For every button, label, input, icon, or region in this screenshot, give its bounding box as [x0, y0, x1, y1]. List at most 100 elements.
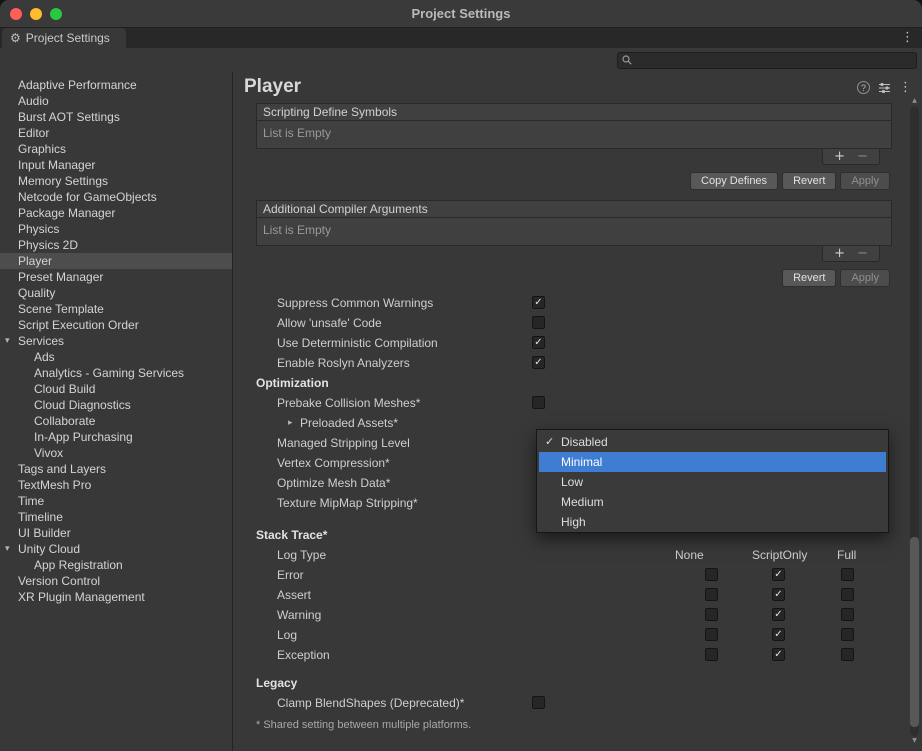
sidebar-item-app-registration[interactable]: App Registration [0, 557, 232, 573]
checkbox-assert-full[interactable] [841, 588, 854, 601]
checkbox-exception-scriptonly[interactable]: ✓ [772, 648, 785, 661]
dropdown-item-disabled[interactable]: ✓ Disabled [539, 432, 886, 452]
property-label: Use Deterministic Compilation [256, 336, 438, 350]
settings-sidebar[interactable]: Adaptive PerformanceAudioBurst AOT Setti… [0, 72, 233, 751]
sidebar-item-tags-and-layers[interactable]: Tags and Layers [0, 461, 232, 477]
checkbox-log-none[interactable] [705, 628, 718, 641]
sidebar-item-scene-template[interactable]: Scene Template [0, 301, 232, 317]
main-panel: Player ? ⋮ Scr [233, 72, 922, 751]
sidebar-item-editor[interactable]: Editor [0, 125, 232, 141]
minimize-window-button[interactable] [30, 8, 42, 20]
sidebar-item-physics-2d[interactable]: Physics 2D [0, 237, 232, 253]
sidebar-item-time[interactable]: Time [0, 493, 232, 509]
sidebar-item-input-manager[interactable]: Input Manager [0, 157, 232, 173]
sidebar-item-adaptive-performance[interactable]: Adaptive Performance [0, 77, 232, 93]
sidebar-item-preset-manager[interactable]: Preset Manager [0, 269, 232, 285]
sidebar-item-timeline[interactable]: Timeline [0, 509, 232, 525]
sidebar-item-audio[interactable]: Audio [0, 93, 232, 109]
sidebar-item-graphics[interactable]: Graphics [0, 141, 232, 157]
tab-menu-kebab-icon[interactable]: ⋮ [901, 31, 914, 44]
remove-argument-button[interactable]: − [857, 248, 868, 260]
sidebar-item-label: Quality [18, 285, 55, 301]
sidebar-item-cloud-diagnostics[interactable]: Cloud Diagnostics [0, 397, 232, 413]
sidebar-item-package-manager[interactable]: Package Manager [0, 205, 232, 221]
dropdown-item-label: Disabled [561, 435, 608, 449]
stripping-level-dropdown: ✓ Disabled MinimalLowMedium High [536, 429, 889, 533]
check-icon: ✓ [545, 432, 554, 452]
checkbox-assert-none[interactable] [705, 588, 718, 601]
checkbox-error-full[interactable] [841, 568, 854, 581]
checkbox-allow-unsafe-code[interactable] [532, 316, 545, 329]
sidebar-item-textmesh-pro[interactable]: TextMesh Pro [0, 477, 232, 493]
sidebar-item-label: UI Builder [18, 525, 71, 541]
sidebar-item-netcode-for-gameobjects[interactable]: Netcode for GameObjects [0, 189, 232, 205]
checkbox-assert-scriptonly[interactable]: ✓ [772, 588, 785, 601]
sidebar-item-quality[interactable]: Quality [0, 285, 232, 301]
search-box[interactable] [617, 52, 917, 69]
stacktrace-row-log: Log✓ [256, 625, 892, 645]
sidebar-item-ui-builder[interactable]: UI Builder [0, 525, 232, 541]
sidebar-item-ads[interactable]: Ads [0, 349, 232, 365]
vertical-scrollbar[interactable]: ▲ ▼ [908, 96, 921, 746]
checkbox-warning-full[interactable] [841, 608, 854, 621]
scroll-down-icon[interactable]: ▼ [908, 736, 921, 746]
apply-button[interactable]: Apply [840, 172, 890, 190]
sidebar-item-cloud-build[interactable]: Cloud Build [0, 381, 232, 397]
page-menu-kebab-icon[interactable]: ⋮ [899, 81, 912, 94]
sidebar-item-xr-plugin-management[interactable]: XR Plugin Management [0, 589, 232, 605]
checkbox-log-full[interactable] [841, 628, 854, 641]
copy-defines-button[interactable]: Copy Defines [690, 172, 778, 190]
sidebar-item-analytics-gaming-services[interactable]: Analytics - Gaming Services [0, 365, 232, 381]
scrollbar-thumb[interactable] [910, 537, 919, 727]
sidebar-item-vivox[interactable]: Vivox [0, 445, 232, 461]
checkbox-exception-full[interactable] [841, 648, 854, 661]
checkbox-suppress-common-warnings[interactable]: ✓ [532, 296, 545, 309]
checkbox-warning-none[interactable] [705, 608, 718, 621]
sidebar-item-unity-cloud[interactable]: ▾Unity Cloud [0, 541, 232, 557]
search-input[interactable] [636, 53, 912, 67]
checkbox-warning-scriptonly[interactable]: ✓ [772, 608, 785, 621]
close-window-button[interactable] [10, 8, 22, 20]
add-argument-button[interactable]: + [834, 248, 845, 260]
dropdown-item-label: High [561, 515, 586, 529]
checkbox-exception-none[interactable] [705, 648, 718, 661]
property-label: Preloaded Assets* [300, 416, 398, 430]
dropdown-item-minimal[interactable]: Minimal [539, 452, 886, 472]
foldout-closed-icon[interactable]: ▸ [288, 418, 300, 428]
settings-scroll-area[interactable]: Scripting Define Symbols List is Empty +… [256, 96, 892, 733]
apply-button[interactable]: Apply [840, 269, 890, 287]
sidebar-item-burst-aot-settings[interactable]: Burst AOT Settings [0, 109, 232, 125]
sidebar-item-version-control[interactable]: Version Control [0, 573, 232, 589]
foldout-open-icon[interactable]: ▾ [5, 541, 18, 557]
checkbox-enable-roslyn-analyzers[interactable]: ✓ [532, 356, 545, 369]
revert-button[interactable]: Revert [782, 172, 836, 190]
checkbox-error-scriptonly[interactable]: ✓ [772, 568, 785, 581]
checkbox-error-none[interactable] [705, 568, 718, 581]
zoom-window-button[interactable] [50, 8, 62, 20]
sidebar-item-physics[interactable]: Physics [0, 221, 232, 237]
dropdown-item-low[interactable]: Low [539, 472, 886, 492]
add-define-button[interactable]: + [834, 151, 845, 163]
checkbox-log-scriptonly[interactable]: ✓ [772, 628, 785, 641]
property-label: Enable Roslyn Analyzers [256, 356, 410, 370]
dropdown-item-medium[interactable]: Medium [539, 492, 886, 512]
sidebar-item-services[interactable]: ▾Services [0, 333, 232, 349]
header-icons: ? ⋮ [857, 81, 912, 94]
sidebar-item-collaborate[interactable]: Collaborate [0, 413, 232, 429]
remove-define-button[interactable]: − [857, 151, 868, 163]
foldout-open-icon[interactable]: ▾ [5, 333, 18, 349]
dropdown-item-high[interactable]: High [539, 512, 886, 532]
help-icon[interactable]: ? [857, 81, 870, 94]
sidebar-item-script-execution-order[interactable]: Script Execution Order [0, 317, 232, 333]
presets-icon[interactable] [878, 82, 891, 94]
tab-project-settings[interactable]: ⚙ Project Settings [2, 28, 126, 48]
sidebar-item-in-app-purchasing[interactable]: In-App Purchasing [0, 429, 232, 445]
checkbox-prebake-collision-meshes[interactable] [532, 396, 545, 409]
scroll-up-icon[interactable]: ▲ [908, 96, 921, 106]
property-row-suppress-common-warnings: Suppress Common Warnings✓ [256, 293, 892, 313]
revert-button[interactable]: Revert [782, 269, 836, 287]
sidebar-item-player[interactable]: Player [0, 253, 232, 269]
checkbox-clamp-blendshapes-deprecated[interactable] [532, 696, 545, 709]
sidebar-item-memory-settings[interactable]: Memory Settings [0, 173, 232, 189]
checkbox-use-deterministic-compilation[interactable]: ✓ [532, 336, 545, 349]
